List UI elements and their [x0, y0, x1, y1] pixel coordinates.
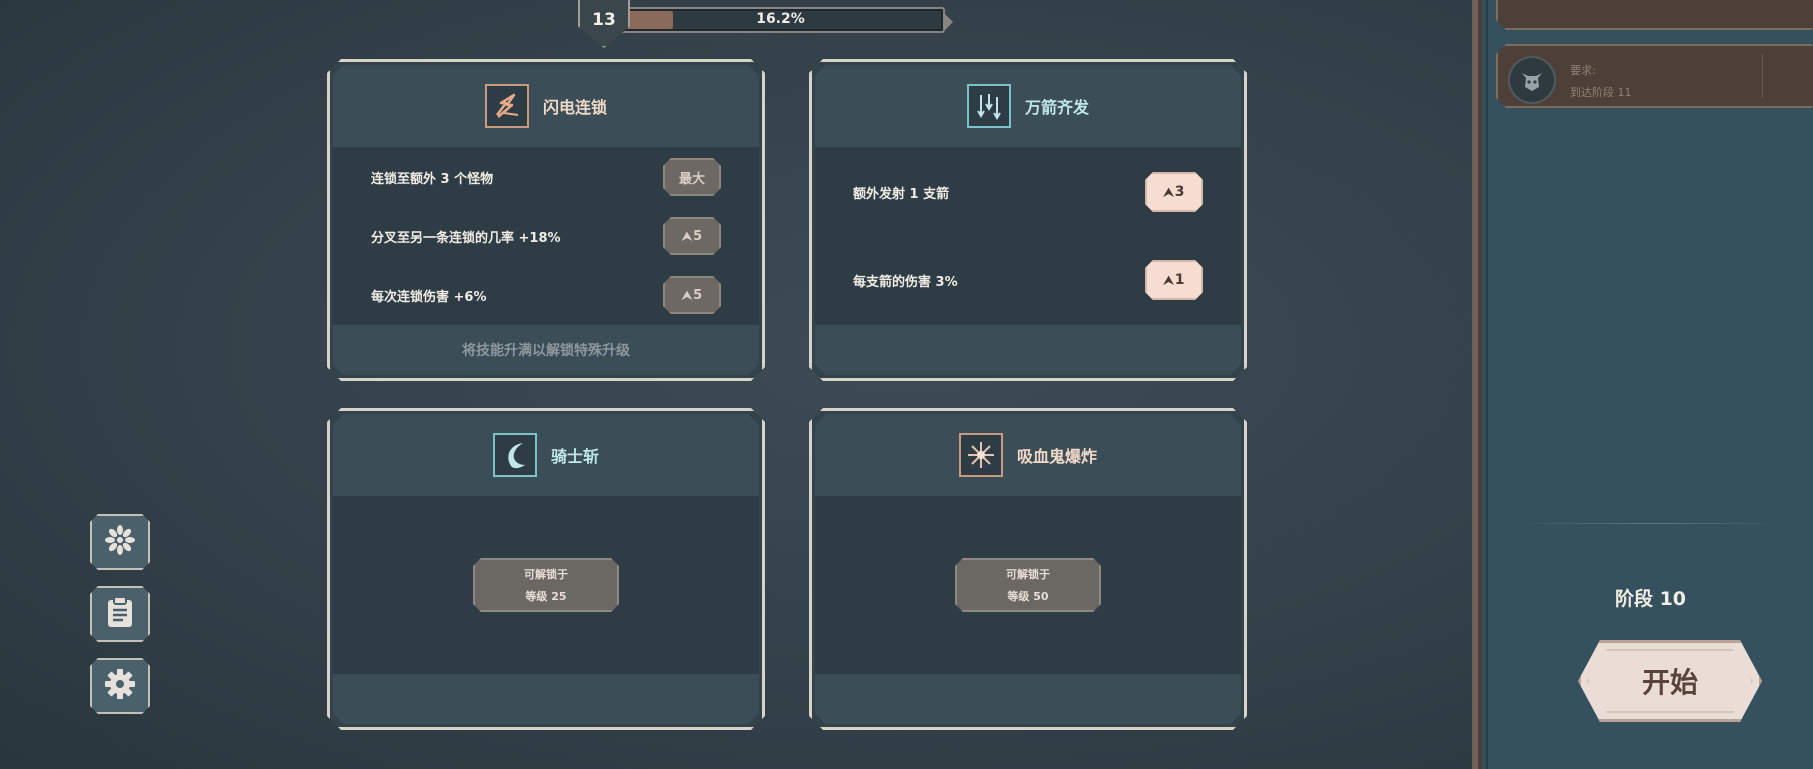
card-header: 吸血鬼爆炸 — [815, 414, 1241, 496]
xp-bar-area: 16.2% 13 — [578, 0, 958, 48]
card-header: 骑士斩 — [333, 414, 759, 496]
upgrade-cost-button[interactable]: ⮝ 5 — [663, 276, 721, 314]
arrow-volley-icon — [967, 84, 1011, 128]
skill-title: 万箭齐发 — [1024, 98, 1089, 117]
lightning-chain-icon — [485, 84, 529, 128]
level-shield-icon: 13 — [578, 0, 630, 48]
stage-panel: 要求: 到达阶段 11 阶段 10 开始 — [1472, 0, 1813, 769]
card-header: 万箭齐发 — [815, 65, 1241, 147]
unlock-level: 等级 50 — [1007, 590, 1049, 603]
max-badge: 最大 — [663, 158, 721, 196]
gear-icon — [103, 667, 137, 705]
start-button[interactable]: 开始 — [1578, 640, 1762, 722]
upgrade-row: 每次连锁伤害 +6% ⮝ 5 — [371, 275, 721, 315]
upgrade-row: 分叉至另一条连锁的几率 +18% ⮝ 5 — [371, 216, 721, 256]
unlock-requirement: 可解锁于 等级 50 — [955, 558, 1101, 612]
slot-requirement-value: 到达阶段 11 — [1570, 86, 1632, 99]
upgrade-arrow-icon: ⮝ — [1163, 272, 1174, 287]
talent-button[interactable] — [90, 514, 150, 570]
skill-title: 骑士斩 — [550, 447, 599, 466]
crescent-slash-icon — [493, 433, 537, 477]
upgrade-arrow-icon: ⮝ — [681, 287, 693, 302]
slot-divider — [1762, 54, 1763, 98]
card-body: 连锁至额外 3 个怪物 最大 分叉至另一条连锁的几率 +18% ⮝ 5 每次连锁伤… — [333, 147, 759, 325]
burst-explosion-icon — [959, 433, 1003, 477]
unlock-label: 可解锁于 — [1006, 568, 1050, 581]
start-button-label: 开始 — [1641, 666, 1698, 699]
card-body: 额外发射 1 支箭 ⮝ 3 每支箭的伤害 3% ⮝ 1 — [815, 147, 1241, 325]
skill-title: 吸血鬼爆炸 — [1016, 447, 1097, 466]
stage-slot-previous[interactable] — [1496, 0, 1813, 30]
slot-requirement-label: 要求: — [1570, 64, 1596, 77]
flower-icon — [103, 523, 137, 561]
skill-card-knight-slash[interactable]: 骑士斩 可解锁于 等级 25 — [327, 408, 765, 730]
upgrade-text: 连锁至额外 3 个怪物 — [371, 171, 494, 187]
upgrade-text: 每次连锁伤害 +6% — [371, 289, 487, 305]
clipboard-icon — [105, 595, 135, 633]
unlock-requirement: 可解锁于 等级 25 — [473, 558, 619, 612]
unlock-level: 等级 25 — [525, 590, 567, 603]
current-stage: 阶段 10 — [1614, 588, 1687, 610]
upgrade-arrow-icon: ⮝ — [681, 228, 693, 243]
xp-percent: 16.2% — [756, 11, 805, 27]
upgrade-cost-button[interactable]: ⮝ 3 — [1145, 172, 1203, 212]
badge-label: 5 — [693, 287, 703, 303]
upgrade-text: 分叉至另一条连锁的几率 +18% — [371, 230, 561, 246]
badge-label: 3 — [1174, 184, 1185, 200]
quests-button[interactable] — [90, 586, 150, 642]
card-footer — [333, 674, 759, 724]
player-level: 13 — [592, 10, 616, 30]
skill-card-vampire-burst[interactable]: 吸血鬼爆炸 可解锁于 等级 50 — [809, 408, 1247, 730]
card-body: 可解锁于 等级 50 — [815, 496, 1241, 674]
upgrade-arrow-icon: ⮝ — [1163, 184, 1174, 199]
upgrade-row: 每支箭的伤害 3% ⮝ 1 — [853, 260, 1203, 300]
upgrade-cost-button[interactable]: ⮝ 1 — [1145, 260, 1203, 300]
card-footer: 将技能升满以解锁特殊升级 — [333, 325, 759, 375]
card-footer — [815, 325, 1241, 375]
xp-bar-tip — [945, 14, 953, 30]
upgrade-text: 每支箭的伤害 3% — [853, 274, 958, 290]
panel-divider — [1518, 523, 1783, 524]
badge-label: 1 — [1174, 272, 1185, 288]
card-header: 闪电连锁 — [333, 65, 759, 147]
monster-avatar-icon — [1508, 56, 1556, 104]
skill-card-arrow-volley[interactable]: 万箭齐发 额外发射 1 支箭 ⮝ 3 每支箭的伤害 3% ⮝ 1 — [809, 59, 1247, 381]
upgrade-text: 额外发射 1 支箭 — [853, 186, 950, 202]
badge-label: 最大 — [678, 171, 705, 187]
upgrade-cost-button[interactable]: ⮝ 5 — [663, 217, 721, 255]
card-footer — [815, 674, 1241, 724]
settings-button[interactable] — [90, 658, 150, 714]
upgrade-row: 连锁至额外 3 个怪物 最大 — [371, 157, 721, 197]
card-body: 可解锁于 等级 25 — [333, 496, 759, 674]
stage-slot-locked[interactable]: 要求: 到达阶段 11 — [1496, 44, 1813, 108]
badge-label: 5 — [693, 228, 703, 244]
upgrade-row: 额外发射 1 支箭 ⮝ 3 — [853, 172, 1203, 212]
skill-title: 闪电连锁 — [542, 98, 607, 117]
skill-card-lightning-chain[interactable]: 闪电连锁 连锁至额外 3 个怪物 最大 分叉至另一条连锁的几率 +18% ⮝ 5 … — [327, 59, 765, 381]
xp-bar: 16.2% — [616, 7, 953, 33]
unlock-label: 可解锁于 — [524, 568, 568, 581]
footer-hint: 将技能升满以解锁特殊升级 — [462, 343, 630, 359]
